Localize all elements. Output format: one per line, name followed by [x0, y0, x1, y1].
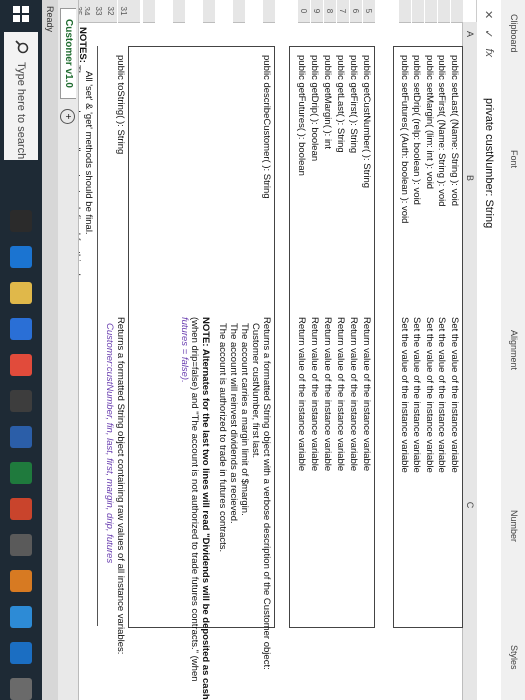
formula-bar: ✕ ✓ fx private custNumber: String	[476, 0, 501, 700]
sheet-tabs: Customer v1.0 +	[58, 0, 79, 700]
getter-row-signature[interactable]: public getCustNumber( ): String	[360, 52, 371, 188]
describe-description[interactable]: Returns a formatted String object with a…	[178, 314, 271, 700]
search-placeholder: Type here to search	[15, 62, 27, 160]
row-header[interactable]: 7	[337, 0, 349, 23]
tostring-divider	[97, 46, 98, 626]
getter-row-description[interactable]: Return value of the instance variable	[308, 314, 319, 471]
word-icon[interactable]	[10, 426, 32, 448]
task-view-icon[interactable]	[10, 210, 32, 232]
row-header[interactable]	[233, 0, 245, 23]
column-header-b[interactable]: B	[462, 46, 477, 311]
add-sheet-icon[interactable]: +	[60, 108, 76, 124]
describe-signature[interactable]: public describeCustomer( ): String	[260, 52, 271, 199]
describe-line: futures = false).	[178, 317, 190, 383]
sheet-tab-customer[interactable]: Customer v1.0	[60, 8, 76, 99]
taskbar-icons	[10, 210, 32, 700]
calendar-icon[interactable]	[10, 642, 32, 664]
setter-row-signature[interactable]: public setFirst( (Name: String ): void	[436, 52, 447, 207]
getter-row-signature[interactable]: public getFirst( ): String	[347, 52, 358, 153]
status-bar: Ready	[42, 0, 58, 700]
getter-row-description[interactable]: Return value of the instance variable	[347, 314, 358, 471]
getter-row-signature[interactable]: public getFutures( ): boolean	[295, 52, 306, 176]
tostring-line: Customer:custNumber, fin, last, first, m…	[104, 323, 116, 564]
row-header[interactable]	[412, 0, 424, 23]
enter-icon[interactable]: ✓	[483, 29, 496, 38]
ribbon-styles-group[interactable]: Styles	[509, 645, 519, 670]
column-header-c[interactable]: C	[462, 310, 477, 700]
tostring-signature[interactable]: public toString( ): String	[114, 52, 125, 154]
row-header[interactable]: 5	[363, 0, 375, 23]
excel-icon[interactable]	[10, 462, 32, 484]
setter-row-signature[interactable]: public setDrip( (relp: boolean ): void	[411, 52, 422, 205]
getter-row-signature[interactable]: public getLast( ): String	[334, 52, 345, 153]
formula-input[interactable]: private custNumber: String	[483, 80, 495, 228]
explorer-icon[interactable]	[10, 282, 32, 304]
describe-line: (when drip=false) and "The account is no…	[189, 317, 201, 682]
row-header[interactable]: 8	[324, 0, 336, 23]
getter-row-description[interactable]: Return value of the instance variable	[295, 314, 306, 471]
setter-row-description[interactable]: Set the value of the instance variable	[448, 314, 459, 473]
settings-icon[interactable]	[10, 678, 32, 700]
getter-row-signature[interactable]: public getDrip( ): boolean	[308, 52, 319, 161]
describe-line: Customer custNumber, first last.	[250, 323, 262, 459]
screenshot-stage: Clipboard Font Alignment Number Styles ✕…	[0, 0, 525, 700]
row-header[interactable]	[143, 0, 155, 23]
cancel-icon[interactable]: ✕	[483, 10, 496, 19]
status-text: Ready	[45, 6, 55, 33]
getter-row-description[interactable]: Return value of the instance variable	[360, 314, 371, 471]
getter-row-description[interactable]: Return value of the instance variable	[321, 314, 332, 471]
row-header[interactable]: 32	[105, 0, 117, 23]
windows-start-icon[interactable]	[10, 6, 32, 22]
row-header[interactable]: 9	[311, 0, 323, 23]
row-header[interactable]	[451, 0, 463, 23]
ribbon-font-group[interactable]: Font	[509, 150, 519, 168]
ribbon: Clipboard Font Alignment Number Styles	[500, 0, 525, 700]
describe-line: Returns a formatted String object with a…	[261, 317, 271, 670]
row-header[interactable]	[438, 0, 450, 23]
ribbon-clipboard-group[interactable]: Clipboard	[509, 14, 519, 53]
chrome-icon[interactable]	[10, 354, 32, 376]
ribbon-number-group[interactable]: Number	[509, 510, 519, 542]
row-header[interactable]	[263, 0, 275, 23]
tostring-description[interactable]: Returns a formatted String object contai…	[103, 314, 125, 654]
ribbon-alignment-group[interactable]: Alignment	[509, 330, 519, 370]
setter-row-signature[interactable]: public setLast( (Name: String ): void	[448, 52, 459, 206]
getter-row-description[interactable]: Return value of the instance variable	[334, 314, 345, 471]
row-header[interactable]: 6	[350, 0, 362, 23]
mail-icon[interactable]	[10, 318, 32, 340]
function-icon[interactable]: fx	[483, 48, 496, 57]
setter-row-description[interactable]: Set the value of the instance variable	[398, 314, 409, 473]
notes-line-1[interactable]: All 'set' & 'get' methods should be fina…	[82, 68, 93, 235]
column-header-a[interactable]: A	[462, 22, 477, 47]
powerpoint-icon[interactable]	[10, 498, 32, 520]
row-header[interactable]: 31	[118, 0, 130, 23]
photos-icon[interactable]	[10, 606, 32, 628]
setter-row-signature[interactable]: public setFutures( (Auth: boolean ): voi…	[398, 52, 409, 223]
taskbar-search-box[interactable]: Type here to search	[4, 32, 38, 160]
row-header[interactable]: 0	[298, 0, 310, 23]
row-header[interactable]	[203, 0, 215, 23]
setter-row-description[interactable]: Set the value of the instance variable	[436, 314, 447, 473]
row-header[interactable]: 33	[93, 0, 105, 23]
excel-window: Clipboard Font Alignment Number Styles ✕…	[0, 0, 525, 700]
setter-row-signature[interactable]: public setMargin( (lim: int ): void	[423, 52, 434, 189]
setter-row-description[interactable]: Set the value of the instance variable	[423, 314, 434, 473]
tostring-line: Returns a formatted String object contai…	[115, 317, 125, 655]
describe-note-line: NOTE: Alternates for the last two lines …	[200, 317, 212, 700]
row-header[interactable]	[425, 0, 437, 23]
describe-line: The account will reinvest dividends as r…	[228, 323, 240, 524]
getter-row-signature[interactable]: public getMargin( ): int	[321, 52, 332, 149]
windows-taskbar: Type here to search	[0, 0, 42, 700]
cortana-icon[interactable]	[10, 534, 32, 556]
store-icon[interactable]	[10, 390, 32, 412]
describe-line: The account is authorized to trade in fu…	[217, 323, 229, 553]
edge-icon[interactable]	[10, 246, 32, 268]
java-icon[interactable]	[10, 570, 32, 592]
search-icon	[13, 40, 30, 54]
describe-line: The account carries a margin limit of $m…	[239, 323, 251, 516]
setter-row-description[interactable]: Set the value of the instance variable	[411, 314, 422, 473]
row-header[interactable]	[173, 0, 185, 23]
row-header[interactable]	[399, 0, 411, 23]
